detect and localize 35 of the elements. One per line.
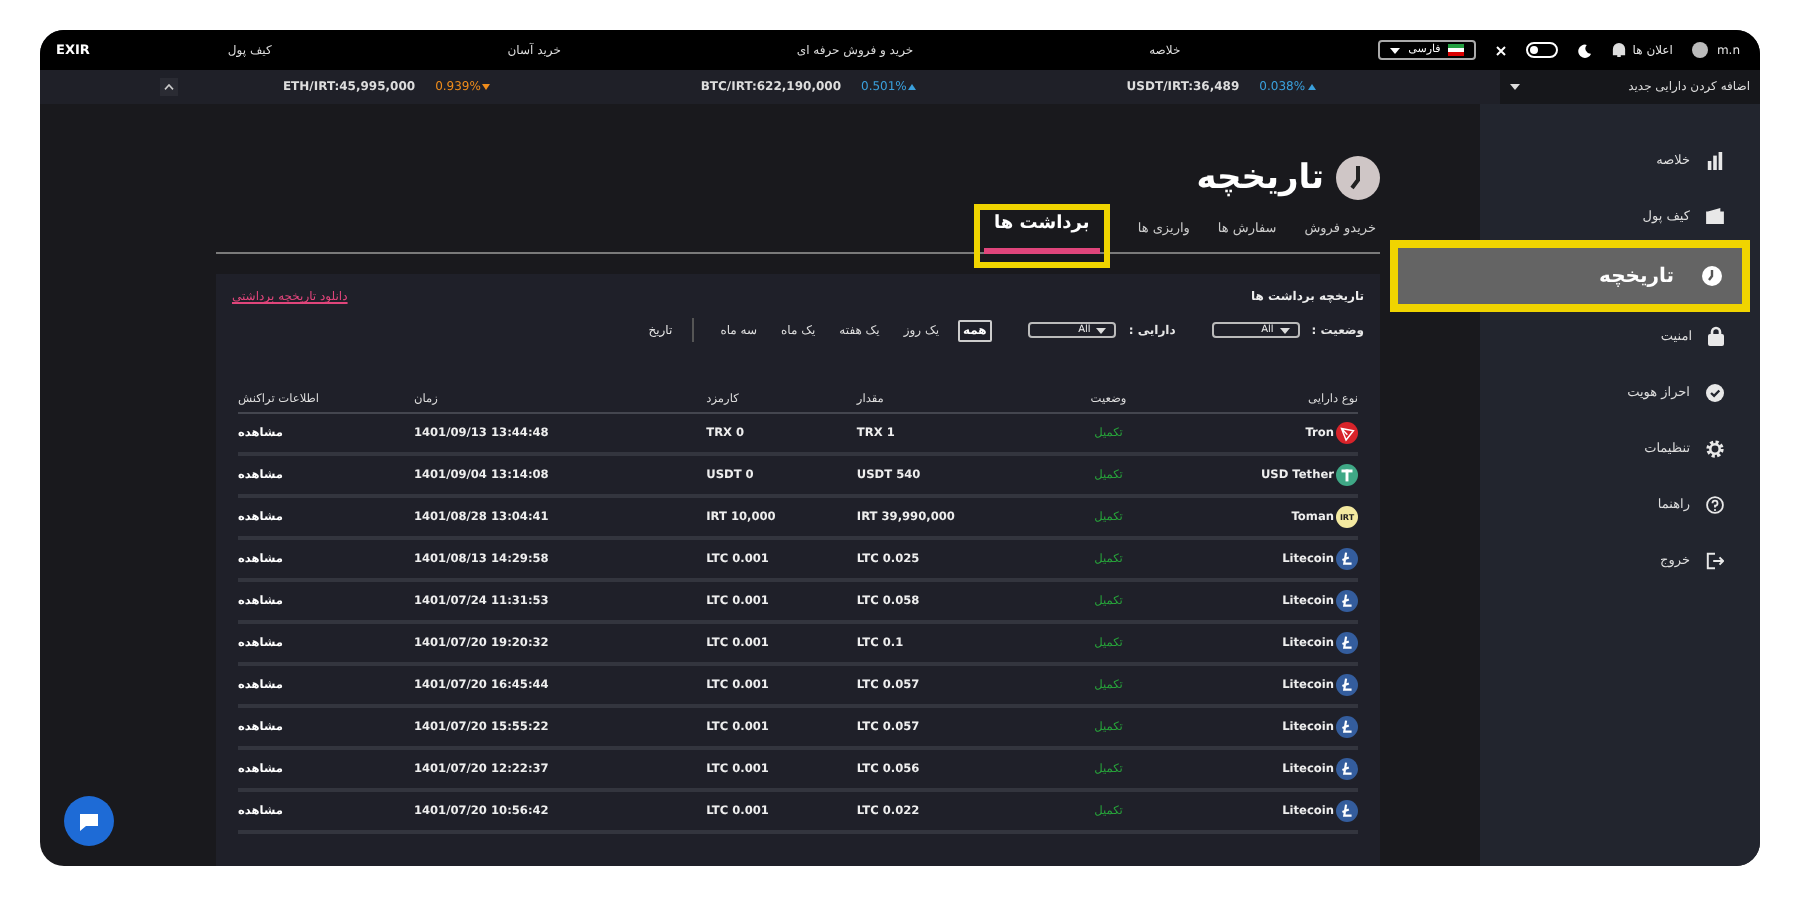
tron-coin-icon	[1336, 422, 1358, 444]
chevron-up-icon	[164, 84, 174, 90]
collapse-button[interactable]	[160, 78, 178, 96]
litecoin-coin-icon	[1336, 548, 1358, 570]
chat-button[interactable]	[64, 796, 114, 846]
caret-icon	[1096, 327, 1107, 333]
moon-icon	[1578, 43, 1593, 57]
close-icon	[1496, 45, 1507, 55]
gear-icon	[1706, 439, 1724, 457]
litecoin-coin-icon	[1336, 590, 1358, 612]
bar-chart-icon	[1706, 151, 1724, 169]
logout-icon	[1706, 551, 1724, 569]
check-circle-icon	[1706, 383, 1724, 401]
clock-icon	[1336, 156, 1380, 200]
caret-icon	[1279, 327, 1290, 333]
tether-coin-icon	[1336, 464, 1358, 486]
caret-icon	[1510, 84, 1520, 90]
wallet-icon	[1706, 208, 1724, 224]
litecoin-coin-icon	[1336, 674, 1358, 696]
page-title: تاریخچه	[1196, 158, 1324, 198]
clock-icon	[1702, 266, 1722, 286]
litecoin-coin-icon	[1336, 800, 1358, 822]
litecoin-coin-icon	[1336, 758, 1358, 780]
caret-icon	[1390, 47, 1401, 53]
lock-icon	[1708, 326, 1724, 346]
avatar-icon[interactable]	[1692, 42, 1709, 58]
bell-icon[interactable]	[1612, 42, 1627, 58]
litecoin-coin-icon	[1336, 716, 1358, 738]
chat-icon	[78, 811, 100, 831]
help-icon	[1706, 495, 1724, 513]
theme-switch[interactable]	[1526, 42, 1559, 58]
flag-icon	[1448, 44, 1465, 56]
litecoin-coin-icon	[1336, 632, 1358, 654]
sidebar-item[interactable]: تاریخچه	[1390, 240, 1750, 312]
tab[interactable]: برداشت ها	[973, 204, 1110, 268]
